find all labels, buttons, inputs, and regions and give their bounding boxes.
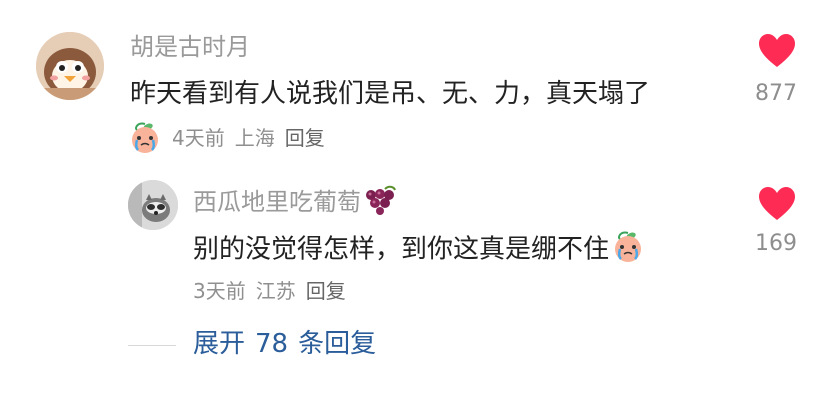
- like-count: 877: [755, 81, 797, 106]
- cartoon-sparrow-avatar-icon: [36, 32, 104, 100]
- raccoon-photo-avatar-icon: [128, 180, 178, 230]
- avatar[interactable]: [128, 180, 178, 230]
- comment-text: 昨天看到有人说我们是吊、无、力，真天塌了: [130, 79, 651, 109]
- reply-button[interactable]: 回复: [306, 279, 346, 303]
- heart-icon: [759, 34, 795, 67]
- comment-meta: 3天前 江苏 回复: [193, 278, 356, 304]
- username[interactable]: 西瓜地里吃葡萄: [193, 185, 399, 221]
- divider: [128, 345, 176, 346]
- comment-text: 别的没觉得怎样，到你这真是绷不住: [193, 229, 645, 271]
- expand-count: 78: [255, 329, 289, 359]
- like-button[interactable]: [758, 186, 796, 222]
- expand-prefix: 展开: [193, 329, 246, 359]
- comment-meta: 4天前 上海 回复: [172, 125, 335, 151]
- comment-time: 3天前: [193, 279, 246, 303]
- comment-location: 上海: [234, 126, 275, 150]
- crying-peach-emoji: [611, 229, 645, 271]
- grape-emoji: [363, 185, 399, 221]
- username-text: 西瓜地里吃葡萄: [193, 188, 361, 216]
- comment-text-content: 别的没觉得怎样，到你这真是绷不住: [193, 234, 610, 265]
- reply-button[interactable]: 回复: [285, 126, 325, 150]
- heart-icon: [759, 187, 795, 220]
- expand-suffix: 条回复: [298, 329, 377, 359]
- comment-time: 4天前: [172, 126, 225, 150]
- comment-location: 江苏: [255, 279, 296, 303]
- expand-replies-button[interactable]: 展开 78 条回复: [193, 328, 386, 360]
- like-button[interactable]: [758, 33, 796, 69]
- avatar[interactable]: [36, 32, 104, 100]
- like-count: 169: [755, 231, 797, 256]
- username[interactable]: 胡是古时月: [130, 33, 250, 61]
- crying-peach-emoji: [128, 120, 162, 154]
